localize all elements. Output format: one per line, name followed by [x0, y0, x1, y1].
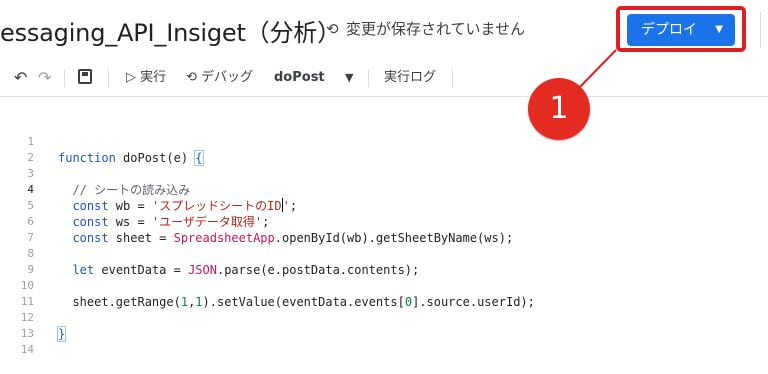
step-number-badge: 1: [528, 78, 590, 140]
annotation-arrow: [574, 49, 617, 93]
